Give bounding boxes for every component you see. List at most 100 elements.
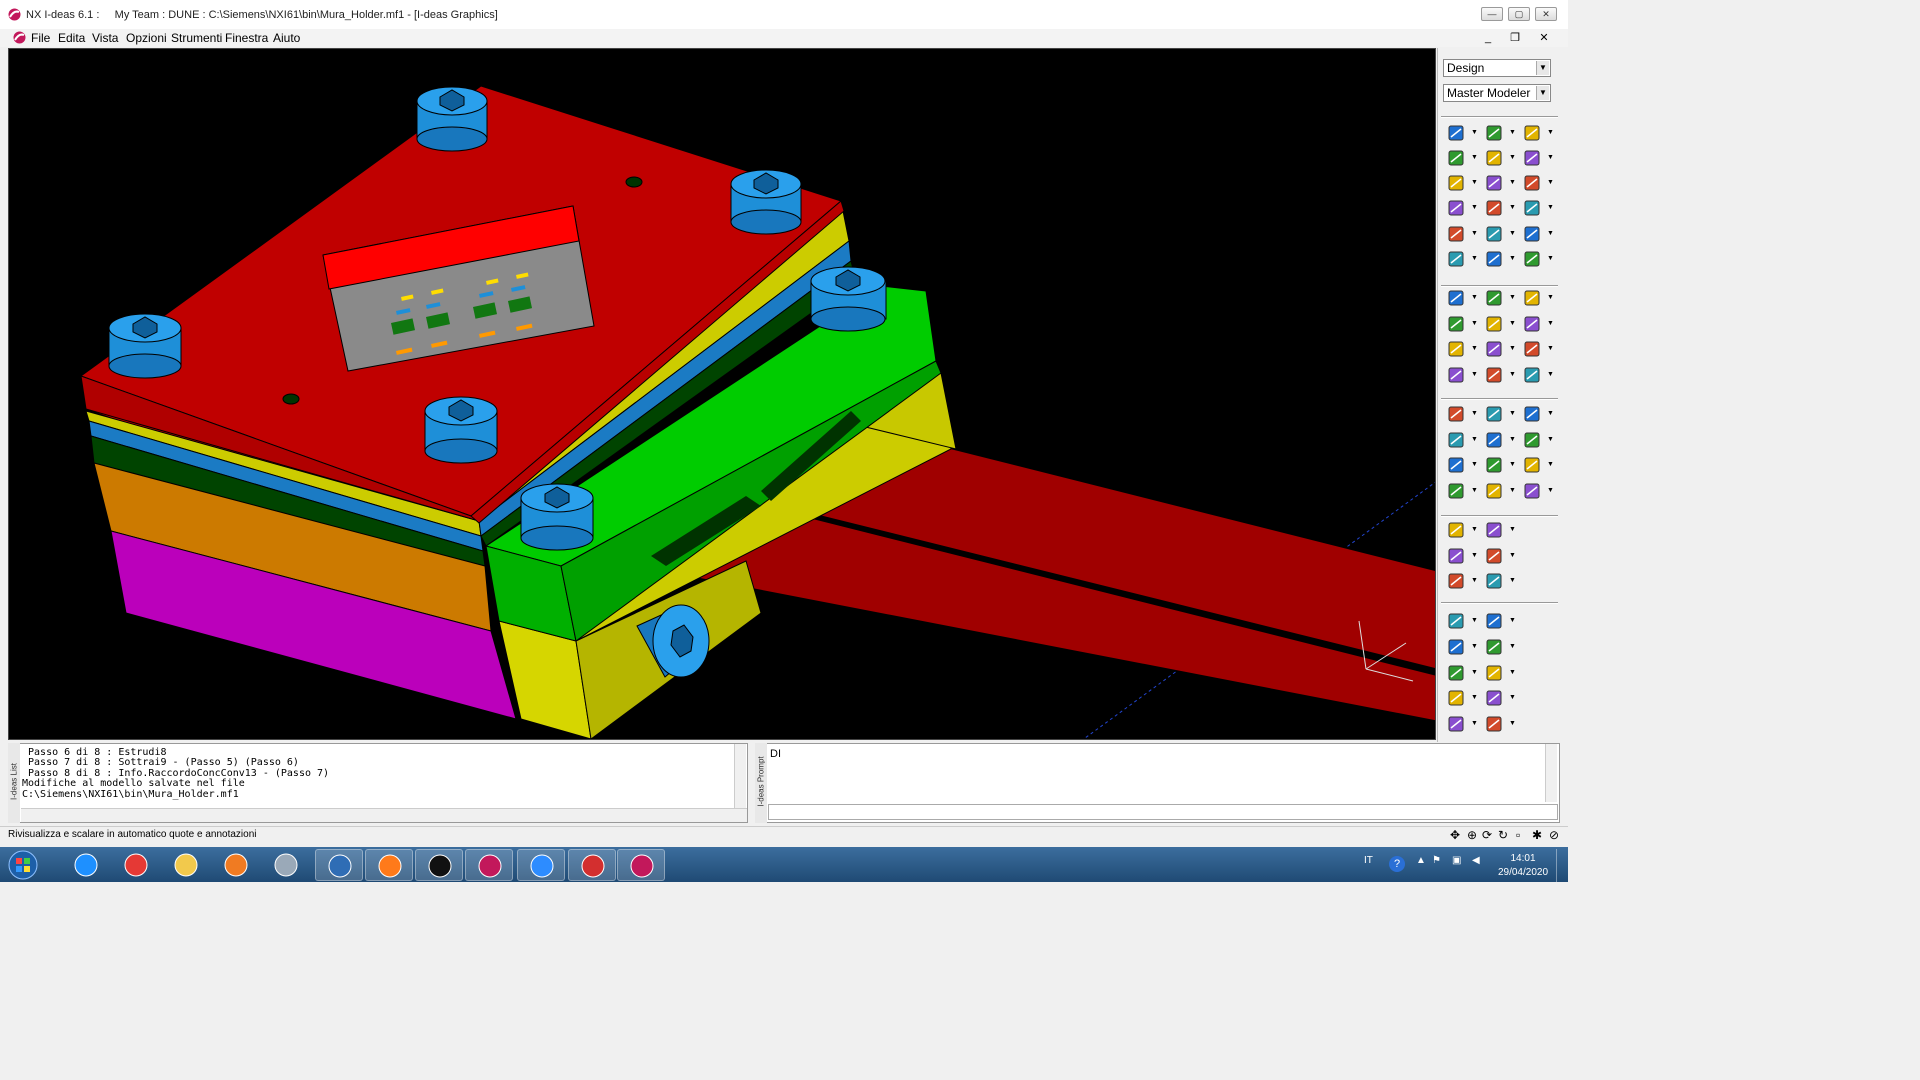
internet-explorer-icon[interactable] <box>62 849 110 881</box>
mdi-restore-button[interactable]: ❐ <box>1505 30 1525 46</box>
chevron-down-icon[interactable]: ▼ <box>1471 720 1478 727</box>
chevron-down-icon[interactable]: ▼ <box>1547 294 1554 301</box>
chevron-down-icon[interactable]: ▼ <box>1547 179 1554 186</box>
chevron-down-icon[interactable]: ▼ <box>1509 694 1516 701</box>
chevron-down-icon[interactable]: ▼ <box>1547 371 1554 378</box>
stop-icon[interactable]: ⊘ <box>1549 828 1559 842</box>
tool-icon[interactable] <box>1445 147 1467 169</box>
chevron-down-icon[interactable]: ▼ <box>1471 487 1478 494</box>
network-icon[interactable]: ▣ <box>1452 855 1461 866</box>
chevron-down-icon[interactable]: ▼ <box>1471 461 1478 468</box>
chevron-down-icon[interactable]: ▼ <box>1547 320 1554 327</box>
tool-icon[interactable] <box>1521 403 1543 425</box>
chevron-down-icon[interactable]: ▼ <box>1509 643 1516 650</box>
tool-icon[interactable] <box>1445 429 1467 451</box>
chevron-down-icon[interactable]: ▼ <box>1547 154 1554 161</box>
chevron-down-icon[interactable]: ▼ <box>1471 294 1478 301</box>
chevron-down-icon[interactable]: ▼ <box>1471 255 1478 262</box>
tool-icon[interactable] <box>1445 287 1467 309</box>
tool-icon[interactable] <box>1521 197 1543 219</box>
tool-icon[interactable] <box>1483 197 1505 219</box>
tool-icon[interactable] <box>1483 429 1505 451</box>
thunderbird-icon[interactable] <box>315 849 363 881</box>
tool-icon[interactable] <box>1445 364 1467 386</box>
tool-icon[interactable] <box>1483 287 1505 309</box>
calculator-icon[interactable] <box>262 849 310 881</box>
tool-icon[interactable] <box>1483 636 1505 658</box>
tool-icon[interactable] <box>1483 364 1505 386</box>
chevron-down-icon[interactable]: ▼ <box>1509 461 1516 468</box>
ideas-launcher-icon[interactable] <box>465 849 513 881</box>
maximize-window-button[interactable]: ▢ <box>1508 7 1530 21</box>
tool-icon[interactable] <box>1483 545 1505 567</box>
tool-icon[interactable] <box>1521 122 1543 144</box>
tool-icon[interactable] <box>1521 172 1543 194</box>
chevron-down-icon[interactable]: ▼ <box>1509 154 1516 161</box>
chevron-down-icon[interactable]: ▼ <box>1509 669 1516 676</box>
chevron-down-icon[interactable]: ▼ <box>1509 204 1516 211</box>
tool-icon[interactable] <box>1521 480 1543 502</box>
tool-icon[interactable] <box>1521 248 1543 270</box>
tool-icon[interactable] <box>1483 223 1505 245</box>
chevron-down-icon[interactable]: ▼ <box>1509 255 1516 262</box>
chevron-down-icon[interactable]: ▼ <box>1509 526 1516 533</box>
chevron-down-icon[interactable]: ▼ <box>1509 577 1516 584</box>
prompt-pane-tab[interactable]: I-deas Prompt <box>755 743 767 823</box>
help-icon[interactable]: ? <box>1389 856 1405 872</box>
tool-icon[interactable] <box>1445 313 1467 335</box>
tool-icon[interactable] <box>1521 364 1543 386</box>
command-prompt-icon[interactable] <box>415 849 463 881</box>
chevron-down-icon[interactable]: ▼ <box>1471 320 1478 327</box>
chevron-down-icon[interactable]: ▼ <box>1471 179 1478 186</box>
tool-icon[interactable] <box>1445 519 1467 541</box>
rotate-icon[interactable]: ⟳ <box>1482 828 1492 842</box>
tool-icon[interactable] <box>1521 223 1543 245</box>
zoom-icon[interactable]: ⊕ <box>1467 828 1477 842</box>
tool-icon[interactable] <box>1445 662 1467 684</box>
menu-strumenti[interactable]: Strumenti <box>171 31 222 45</box>
tool-icon[interactable] <box>1445 223 1467 245</box>
tool-icon[interactable] <box>1445 403 1467 425</box>
refresh-icon[interactable]: ↻ <box>1498 828 1508 842</box>
fit-icon[interactable]: ▫ <box>1516 828 1520 842</box>
chevron-down-icon[interactable]: ▼ <box>1547 487 1554 494</box>
chevron-down-icon[interactable]: ▼ <box>1471 436 1478 443</box>
tool-icon[interactable] <box>1445 570 1467 592</box>
chevron-down-icon[interactable]: ▼ <box>1509 345 1516 352</box>
tool-icon[interactable] <box>1483 610 1505 632</box>
chevron-down-icon[interactable]: ▼ <box>1547 255 1554 262</box>
tool-icon[interactable] <box>1445 713 1467 735</box>
chevron-down-icon[interactable]: ▼ <box>1509 179 1516 186</box>
chevron-down-icon[interactable]: ▼ <box>1509 617 1516 624</box>
pan-icon[interactable]: ✥ <box>1450 828 1460 842</box>
tool-icon[interactable] <box>1521 287 1543 309</box>
chevron-down-icon[interactable]: ▼ <box>1547 461 1554 468</box>
tool-icon[interactable] <box>1483 519 1505 541</box>
prompt-vertical-scrollbar[interactable] <box>1545 744 1557 802</box>
task-select[interactable]: Design ▼ <box>1443 59 1551 77</box>
tool-icon[interactable] <box>1445 687 1467 709</box>
flag-icon[interactable]: ⚑ <box>1432 855 1441 866</box>
list-horizontal-scrollbar[interactable] <box>21 808 747 822</box>
document-icon[interactable] <box>13 31 26 44</box>
tool-icon[interactable] <box>1445 480 1467 502</box>
tool-icon[interactable] <box>1521 429 1543 451</box>
menu-file[interactable]: File <box>31 31 50 45</box>
tool-icon[interactable] <box>1445 248 1467 270</box>
firefox-icon[interactable] <box>365 849 413 881</box>
menu-aiuto[interactable]: Aiuto <box>273 31 300 45</box>
chevron-down-icon[interactable]: ▼ <box>1471 371 1478 378</box>
tray-expand-icon[interactable]: ▲ <box>1416 855 1426 866</box>
chevron-down-icon[interactable]: ▼ <box>1509 720 1516 727</box>
chevron-down-icon[interactable]: ▼ <box>1547 129 1554 136</box>
graphics-viewport[interactable] <box>8 48 1436 740</box>
chevron-down-icon[interactable]: ▼ <box>1547 410 1554 417</box>
tool-icon[interactable] <box>1483 248 1505 270</box>
tool-icon[interactable] <box>1483 313 1505 335</box>
chevron-down-icon[interactable]: ▼ <box>1509 129 1516 136</box>
menu-vista[interactable]: Vista <box>92 31 118 45</box>
tool-icon[interactable] <box>1483 713 1505 735</box>
chevron-down-icon[interactable]: ▼ <box>1509 552 1516 559</box>
chevron-down-icon[interactable]: ▼ <box>1471 204 1478 211</box>
tool-icon[interactable] <box>1445 545 1467 567</box>
